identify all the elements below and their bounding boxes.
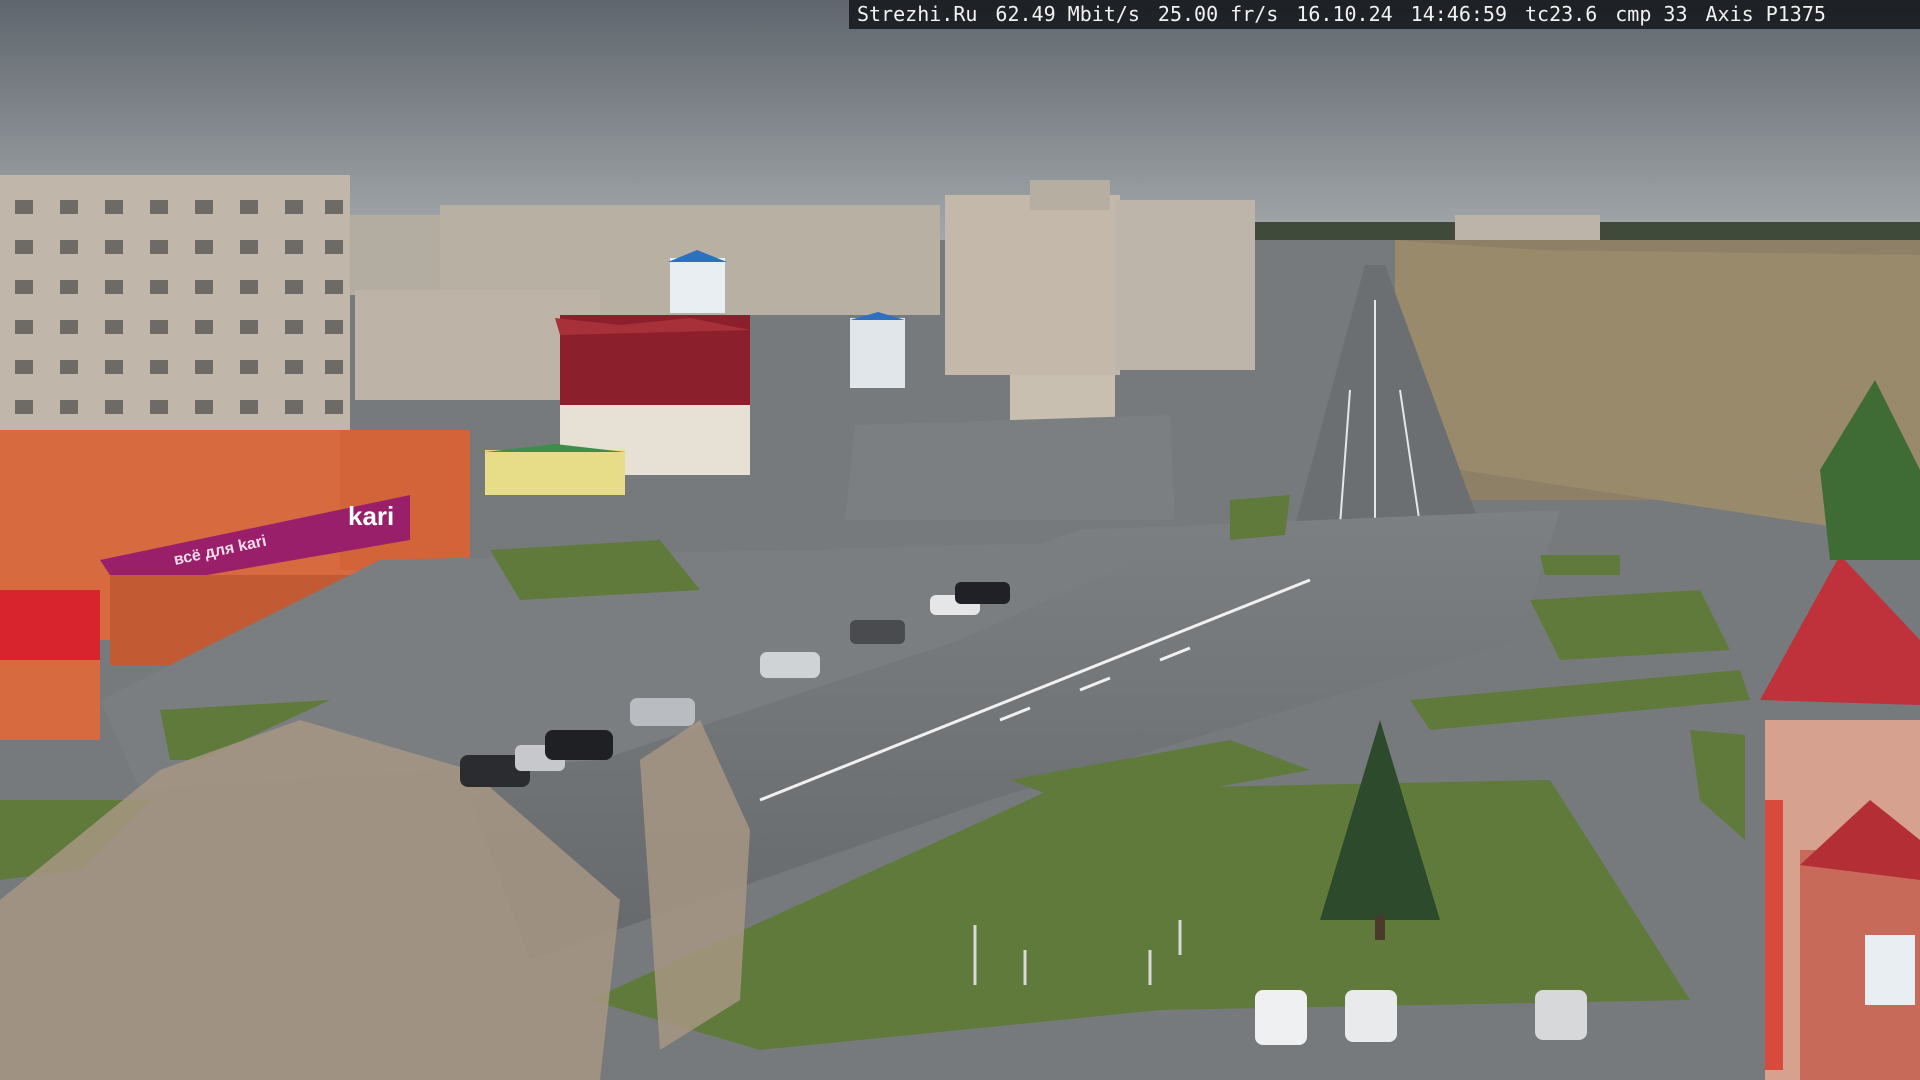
overlay-site: Strezhi.Ru xyxy=(857,2,978,26)
overlay-camera: Axis P1375 xyxy=(1705,2,1826,26)
overlay-bitrate: 62.49 Mbit/s xyxy=(995,2,1140,26)
camera-info-overlay: Strezhi.Ru 62.49 Mbit/s 25.00 fr/s 16.10… xyxy=(849,0,1920,29)
central-square xyxy=(845,415,1175,520)
overlay-date: 16.10.24 xyxy=(1296,2,1393,26)
webcam-scene: kari всё для kari xyxy=(0,0,1920,1080)
overlay-cmp: cmp 33 xyxy=(1615,2,1688,26)
overlay-framerate: 25.00 fr/s xyxy=(1157,2,1279,26)
overlay-time: 14:46:59 xyxy=(1410,2,1507,26)
store-brand-sign: kari xyxy=(348,501,394,531)
overlay-tc: tc23.6 xyxy=(1525,2,1598,26)
